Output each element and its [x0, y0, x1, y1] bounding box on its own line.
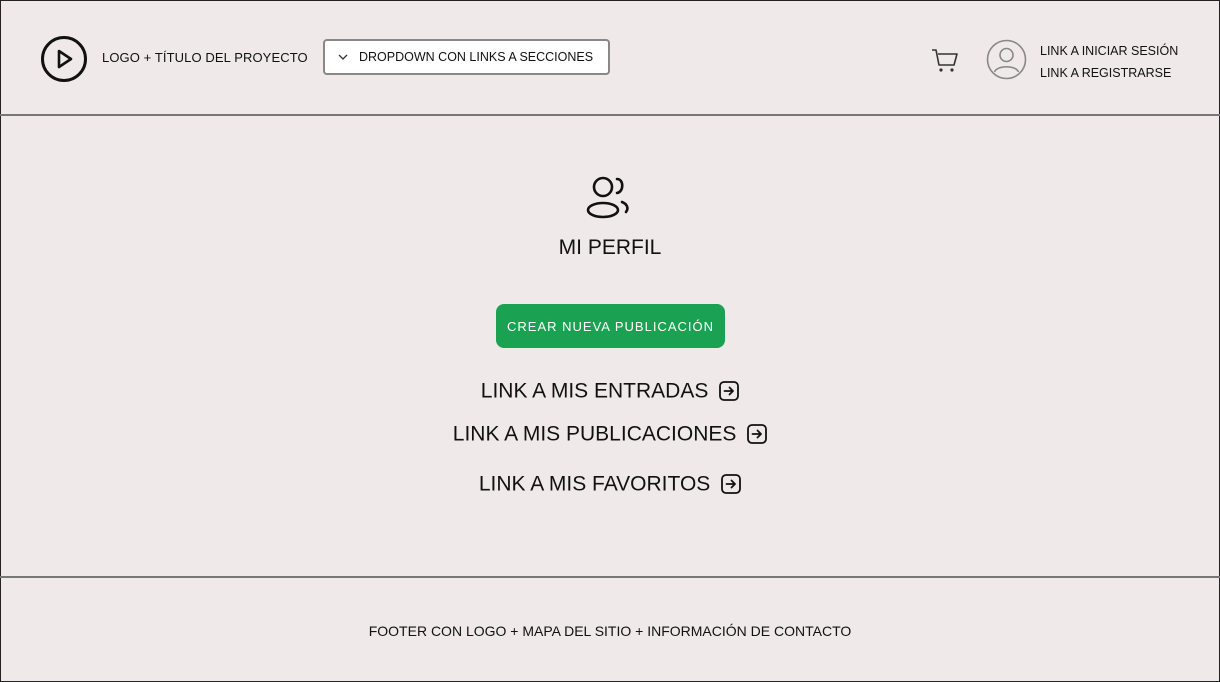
chevron-down-icon: [338, 54, 348, 60]
site-header: LOGO + TÍTULO DEL PROYECTO DROPDOWN CON …: [0, 0, 1220, 116]
arrow-right-square-icon: [747, 424, 768, 445]
cart-icon[interactable]: [930, 45, 960, 75]
login-link[interactable]: LINK A INICIAR SESIÓN: [1040, 40, 1178, 62]
my-favorites-label: LINK A MIS FAVORITOS: [478, 472, 711, 496]
arrow-right-square-icon: [721, 474, 742, 495]
project-title: LOGO + TÍTULO DEL PROYECTO: [102, 50, 308, 65]
site-footer: FOOTER CON LOGO + MAPA DEL SITIO + INFOR…: [0, 576, 1220, 682]
user-avatar-icon[interactable]: [986, 39, 1027, 80]
play-circle-icon[interactable]: [40, 35, 88, 83]
dropdown-label: DROPDOWN CON LINKS A SECCIONES: [359, 50, 594, 64]
sections-dropdown[interactable]: DROPDOWN CON LINKS A SECCIONES: [323, 39, 610, 75]
create-publication-button[interactable]: CREAR NUEVA PUBLICACIÓN: [496, 304, 725, 348]
page-title: MI PERFIL: [558, 236, 662, 259]
users-icon: [586, 176, 629, 219]
my-favorites-link[interactable]: LINK A MIS FAVORITOS: [0, 472, 1220, 496]
auth-links: LINK A INICIAR SESIÓN LINK A REGISTRARSE: [1040, 40, 1178, 84]
footer-text: FOOTER CON LOGO + MAPA DEL SITIO + INFOR…: [368, 623, 852, 639]
register-link[interactable]: LINK A REGISTRARSE: [1040, 62, 1178, 84]
profile-section: MI PERFIL CREAR NUEVA PUBLICACIÓN LINK A…: [0, 116, 1220, 577]
arrow-right-square-icon: [719, 381, 740, 402]
my-entries-label: LINK A MIS ENTRADAS: [480, 379, 709, 403]
my-entries-link[interactable]: LINK A MIS ENTRADAS: [0, 379, 1220, 403]
my-publications-label: LINK A MIS PUBLICACIONES: [452, 422, 737, 446]
my-publications-link[interactable]: LINK A MIS PUBLICACIONES: [0, 422, 1220, 446]
